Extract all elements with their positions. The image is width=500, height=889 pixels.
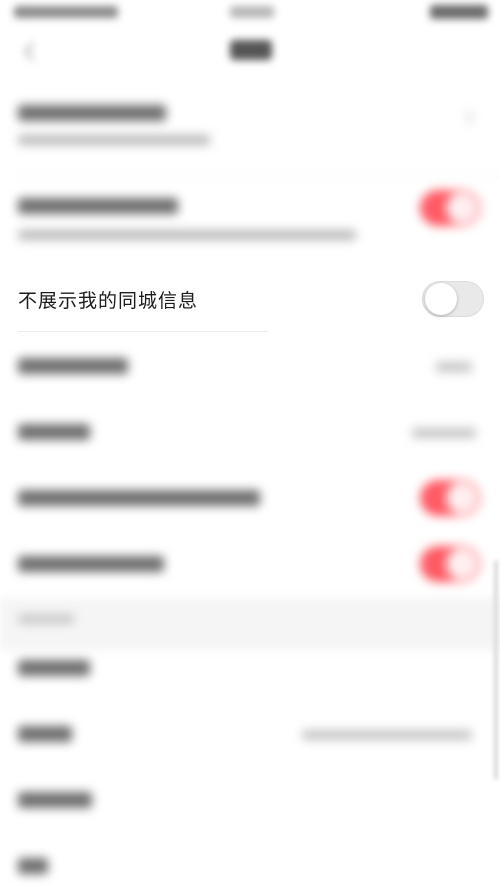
scrollbar[interactable] (494, 560, 498, 780)
row-subtitle (18, 230, 356, 240)
row-title (18, 358, 128, 374)
settings-row[interactable] (0, 532, 500, 596)
row-title (18, 726, 72, 742)
row-title (18, 105, 166, 121)
settings-row[interactable] (0, 340, 500, 400)
back-arrow-icon[interactable] (22, 42, 40, 60)
section-title (18, 614, 74, 624)
row-subtitle (18, 135, 210, 145)
toggle-switch[interactable] (420, 190, 480, 226)
navigation-bar (0, 28, 500, 76)
settings-row[interactable] (0, 644, 500, 704)
chevron-right-icon (462, 112, 474, 124)
row-title (18, 792, 92, 808)
toggle-switch[interactable] (420, 480, 480, 516)
row-value (302, 730, 472, 740)
row-title (18, 858, 48, 874)
settings-row[interactable] (0, 772, 500, 832)
hide-local-info-toggle[interactable] (422, 281, 484, 317)
settings-row[interactable] (0, 466, 500, 530)
status-time (230, 6, 274, 18)
settings-row[interactable] (0, 708, 500, 768)
page-title (230, 40, 272, 60)
divider (18, 174, 500, 175)
toggle-switch[interactable] (420, 546, 480, 582)
status-bar (0, 0, 500, 28)
battery-icon (430, 5, 488, 19)
settings-row[interactable] (0, 838, 500, 888)
divider (18, 331, 268, 332)
toggle-knob (425, 283, 457, 315)
row-title (18, 556, 164, 572)
status-carrier (14, 6, 118, 18)
row-title (18, 198, 178, 214)
row-title (18, 660, 90, 676)
row-value (412, 428, 476, 438)
settings-row[interactable] (0, 182, 500, 262)
section-header (0, 598, 500, 650)
settings-row[interactable] (0, 90, 500, 174)
settings-row[interactable] (0, 404, 500, 464)
hide-local-info-label: 不展示我的同城信息 (18, 290, 199, 312)
row-title (18, 424, 90, 440)
row-title (18, 490, 260, 506)
row-value (436, 362, 472, 372)
